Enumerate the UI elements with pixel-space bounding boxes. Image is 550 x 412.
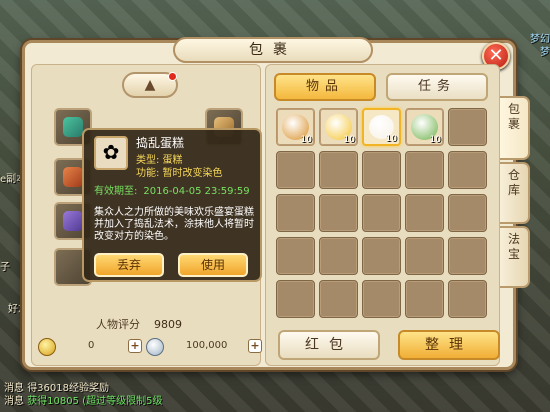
chat-log: 消息 得36018经验奖励 消息 获得10805 (超过等级限制5级 bbox=[4, 382, 214, 408]
silver-value: 100,000 bbox=[186, 340, 228, 351]
rating-value: 9809 bbox=[154, 318, 182, 331]
inventory-slot[interactable] bbox=[319, 237, 358, 275]
inventory-slot[interactable] bbox=[276, 237, 315, 275]
discard-button[interactable]: 丢弃 bbox=[94, 253, 164, 277]
gem-icon bbox=[63, 117, 83, 137]
inventory-slot[interactable] bbox=[276, 194, 315, 232]
side-tab-treasure[interactable]: 法 宝 bbox=[500, 226, 530, 288]
close-icon: ✕ bbox=[488, 45, 504, 66]
background-text: 梦 bbox=[540, 47, 550, 58]
rating-label: 人物评分 bbox=[96, 318, 140, 331]
item-count: 10 bbox=[300, 135, 312, 145]
inventory-slot[interactable] bbox=[448, 108, 487, 146]
background-text: 子 bbox=[0, 262, 10, 273]
inventory-slot[interactable] bbox=[319, 151, 358, 189]
inventory-slot[interactable] bbox=[448, 280, 487, 318]
inventory-slot[interactable] bbox=[448, 194, 487, 232]
inventory-slot[interactable]: 10 bbox=[362, 108, 401, 146]
arrange-button[interactable]: 整理 bbox=[398, 330, 500, 360]
side-tab-storage[interactable]: 仓 库 bbox=[500, 162, 530, 224]
gold-value: 0 bbox=[88, 340, 95, 351]
item-count: 10 bbox=[429, 135, 441, 145]
item-function: 功能: 暂时改变染色 bbox=[136, 168, 223, 179]
inventory-slot[interactable] bbox=[319, 194, 358, 232]
gold-coin-icon bbox=[38, 338, 56, 356]
inventory-slot[interactable] bbox=[362, 151, 401, 189]
inventory-slot[interactable] bbox=[405, 237, 444, 275]
inventory-slot[interactable] bbox=[276, 280, 315, 318]
item-description: 集众人之力所做的美味欢乐盛宴蛋糕并加入了捣乱法术，涂抹他人将暂时改变对方的染色。 bbox=[94, 207, 254, 242]
inventory-slot[interactable] bbox=[276, 151, 315, 189]
item-count: 10 bbox=[385, 134, 397, 144]
item-tooltip: ✿ 捣乱蛋糕 类型: 蛋糕 功能: 暂时改变染色 有效期至: 2016-04-05… bbox=[82, 128, 262, 282]
item-count: 10 bbox=[343, 135, 355, 145]
currency-bar: 0 + 100,000 + bbox=[36, 336, 262, 358]
inventory-slot[interactable]: 10 bbox=[276, 108, 315, 146]
silver-coin-icon bbox=[146, 338, 164, 356]
add-silver-button[interactable]: + bbox=[248, 339, 262, 353]
inventory-slot[interactable] bbox=[405, 194, 444, 232]
side-tab-bag[interactable]: 包 裹 bbox=[500, 96, 530, 160]
use-button[interactable]: 使用 bbox=[178, 253, 248, 277]
tab-tasks[interactable]: 任务 bbox=[386, 73, 488, 101]
chat-line: 消息 获得10805 (超过等级限制5级 bbox=[4, 396, 163, 407]
item-expiry: 有效期至: 2016-04-05 23:59:59 bbox=[94, 186, 250, 197]
inventory-slot[interactable]: 10 bbox=[319, 108, 358, 146]
window-title: 包裹 bbox=[173, 37, 373, 63]
red-packet-button[interactable]: 红包 bbox=[278, 330, 380, 360]
bracelet-icon bbox=[63, 211, 83, 231]
inventory-slot[interactable] bbox=[405, 280, 444, 318]
item-name: 捣乱蛋糕 bbox=[136, 136, 185, 150]
cake-icon: ✿ bbox=[94, 136, 128, 170]
inventory-slot[interactable] bbox=[362, 194, 401, 232]
inventory-slot[interactable] bbox=[448, 151, 487, 189]
armor-icon bbox=[63, 167, 83, 187]
inventory-slot[interactable] bbox=[319, 280, 358, 318]
add-gold-button[interactable]: + bbox=[128, 339, 142, 353]
inventory-slot[interactable]: 10 bbox=[405, 108, 444, 146]
notification-dot bbox=[168, 72, 177, 81]
chat-line: 消息 得36018经验奖励 bbox=[4, 383, 109, 394]
hat-icon: ▲ bbox=[144, 77, 156, 93]
inventory-slot[interactable] bbox=[362, 280, 401, 318]
tab-items[interactable]: 物品 bbox=[274, 73, 376, 101]
inventory-grid: 10 10 10 10 bbox=[276, 108, 491, 324]
inventory-slot[interactable] bbox=[362, 237, 401, 275]
character-rating: 人物评分 9809 bbox=[96, 316, 182, 332]
inventory-slot[interactable] bbox=[448, 237, 487, 275]
inventory-slot[interactable] bbox=[405, 151, 444, 189]
